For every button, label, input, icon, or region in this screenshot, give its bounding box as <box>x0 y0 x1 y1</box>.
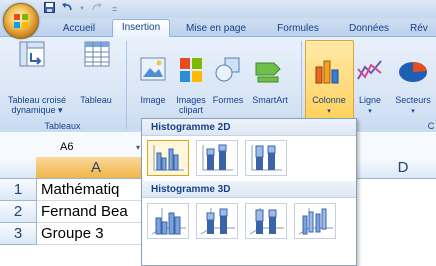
shapes-icon <box>215 57 240 82</box>
column-header-d[interactable]: D <box>370 157 436 179</box>
chart-2d-clustered-column[interactable] <box>147 140 189 176</box>
ribbon-tabs: Accueil Insertion Mise en page Formules … <box>0 18 436 38</box>
chart-3d-column[interactable] <box>294 203 336 239</box>
group-separator <box>126 41 127 129</box>
cell-a3[interactable]: Groupe 3 <box>37 223 156 245</box>
column-chart-icon <box>315 60 339 84</box>
section-histogramme-3d: Histogramme 3D <box>142 181 356 198</box>
tab-insertion[interactable]: Insertion <box>112 19 170 38</box>
shapes-button[interactable]: Formes <box>210 95 246 105</box>
table-button[interactable]: Tableau <box>76 95 116 105</box>
title-bar: ▼ = <box>0 0 436 18</box>
chart-3d-100-stacked-column[interactable] <box>245 203 287 239</box>
group-tableaux-label: Tableaux <box>44 121 81 131</box>
group-separator <box>301 41 302 129</box>
office-button[interactable] <box>3 3 39 39</box>
line-chart-icon <box>357 60 382 80</box>
colonne-label: Colonne <box>312 95 346 105</box>
name-box[interactable]: A6 ▾ <box>0 139 140 156</box>
undo-dropdown-icon[interactable]: ▼ <box>79 6 85 12</box>
chart-3d-stacked-column[interactable] <box>196 203 238 239</box>
image-button[interactable]: Image <box>134 95 172 105</box>
quick-access-toolbar: ▼ = <box>44 2 117 16</box>
undo-icon[interactable] <box>61 0 73 18</box>
tab-formules[interactable]: Formules <box>268 21 328 36</box>
select-all-corner[interactable] <box>0 157 37 179</box>
pivot-table-icon <box>19 41 45 67</box>
ligne-button[interactable]: Ligne <box>352 95 388 105</box>
chart-3d-clustered-column[interactable] <box>147 203 189 239</box>
colonne-dropdown-icon[interactable]: ▾ <box>306 107 352 117</box>
chart-2d-100-stacked-column[interactable] <box>245 140 287 176</box>
redo-icon[interactable] <box>91 0 102 18</box>
smartart-button[interactable]: SmartArt <box>248 95 292 105</box>
tab-mise-en-page[interactable]: Mise en page <box>176 21 256 36</box>
secteurs-dropdown-icon[interactable]: ▾ <box>390 107 436 117</box>
group-charts-label: C <box>427 121 435 131</box>
row-header-3[interactable]: 3 <box>0 223 37 245</box>
save-icon[interactable] <box>44 0 55 18</box>
column-header-a[interactable]: A <box>36 157 157 179</box>
tab-accueil[interactable]: Accueil <box>52 21 106 36</box>
pie-chart-icon <box>399 61 427 82</box>
customize-qat-icon[interactable]: = <box>112 4 117 14</box>
table-icon <box>84 41 110 67</box>
image-icon <box>140 57 166 81</box>
office-logo-icon <box>14 14 28 28</box>
chart-2d-stacked-column[interactable] <box>196 140 238 176</box>
section-histogramme-2d: Histogramme 2D <box>142 119 356 136</box>
smartart-icon <box>255 62 281 83</box>
cell-a2[interactable]: Fernand Bea <box>37 201 156 223</box>
cell-a1[interactable]: Mathématiq <box>37 179 156 201</box>
tab-revision[interactable]: Rév <box>410 21 436 36</box>
name-box-dropdown-icon[interactable]: ▾ <box>136 139 140 156</box>
column-chart-gallery: Histogramme 2D Histogramme 3D <box>141 118 357 266</box>
row-header-1[interactable]: 1 <box>0 179 37 201</box>
ligne-dropdown-icon[interactable]: ▾ <box>352 107 388 117</box>
tab-donnees[interactable]: Données <box>340 21 398 36</box>
row-header-2[interactable]: 2 <box>0 201 37 223</box>
secteurs-button[interactable]: Secteurs <box>390 95 436 105</box>
clipart-button[interactable]: Images clipart <box>172 95 210 115</box>
clipart-icon <box>180 58 202 82</box>
pivot-table-label[interactable]: Tableau croisé dynamique ▾ <box>0 95 74 115</box>
